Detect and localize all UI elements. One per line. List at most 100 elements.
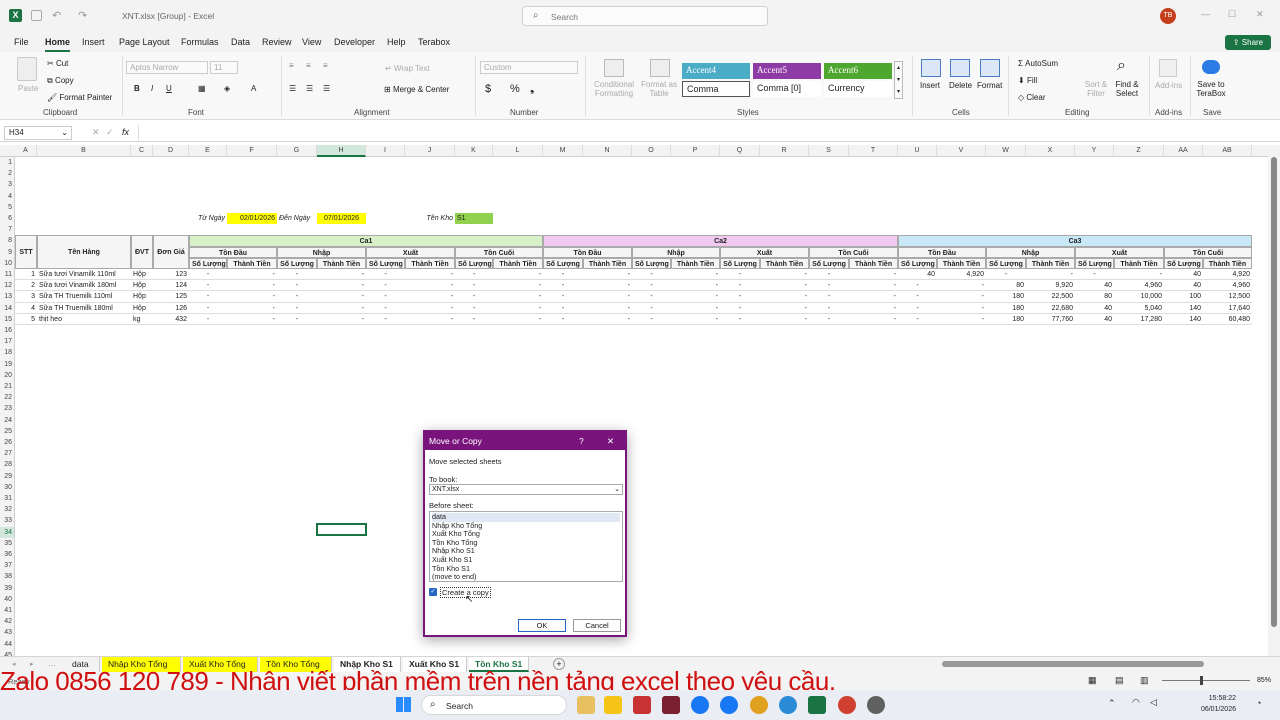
cell[interactable]: - <box>937 291 986 303</box>
align-top-icon[interactable]: ≡ <box>289 61 294 70</box>
row-header[interactable]: 43 <box>0 627 14 638</box>
cell[interactable]: - <box>493 280 543 292</box>
row-header[interactable]: 9 <box>0 247 14 258</box>
cell[interactable]: Số Lượng <box>632 257 671 269</box>
addins-icon[interactable] <box>1159 59 1177 77</box>
row-header[interactable]: 14 <box>0 303 14 314</box>
insert-cells-icon[interactable] <box>921 59 941 77</box>
cell[interactable]: Hộp <box>131 280 153 292</box>
cell[interactable]: - <box>455 280 493 292</box>
cell[interactable]: 60,480 <box>1203 314 1252 325</box>
cell[interactable]: Số Lượng <box>720 257 760 269</box>
wrap-text-button[interactable]: ↵ Wrap Text <box>385 64 430 73</box>
cell[interactable]: Xuất <box>366 246 455 258</box>
cell[interactable]: Ca3 <box>898 235 1252 247</box>
row-header[interactable]: 27 <box>0 448 14 459</box>
cell[interactable]: 125 <box>153 291 189 303</box>
delete-cells-button[interactable]: Delete <box>949 81 972 90</box>
cell[interactable]: - <box>366 291 405 303</box>
align-center-icon[interactable]: ☰ <box>306 84 313 93</box>
cell[interactable]: - <box>277 291 317 303</box>
cell[interactable]: - <box>849 280 898 292</box>
italic-button[interactable]: I <box>151 84 153 93</box>
cell[interactable]: - <box>937 280 986 292</box>
cell[interactable]: - <box>277 314 317 325</box>
cell[interactable]: - <box>632 314 671 325</box>
sort-filter-button[interactable]: Sort & Filter <box>1082 80 1110 98</box>
formula-input[interactable] <box>138 125 1266 141</box>
cell[interactable]: kg <box>131 314 153 325</box>
cell[interactable]: 4,960 <box>1203 280 1252 292</box>
undo-icon[interactable]: ↶ <box>52 9 61 22</box>
row-header[interactable]: 25 <box>0 426 14 437</box>
column-header-o[interactable]: O <box>632 145 671 157</box>
format-painter-button[interactable]: 🖌 Format Painter <box>47 93 112 102</box>
row-header[interactable]: 19 <box>0 359 14 370</box>
row-header[interactable]: 21 <box>0 381 14 392</box>
clock-time[interactable]: 15:58:22 <box>1196 695 1236 702</box>
cell[interactable]: - <box>720 314 760 325</box>
cell[interactable]: - <box>277 303 317 314</box>
sheet-list-item[interactable]: (move to end) <box>432 573 620 582</box>
cell[interactable]: - <box>583 303 632 314</box>
network-icon[interactable]: ◠ <box>1132 697 1140 708</box>
notification-icon[interactable]: ◔ <box>1256 698 1261 708</box>
cell[interactable]: 100 <box>1164 291 1203 303</box>
facebook-icon[interactable] <box>691 696 709 714</box>
row-header[interactable]: 37 <box>0 560 14 571</box>
cell[interactable]: - <box>671 291 720 303</box>
row-header[interactable]: 2 <box>0 168 14 179</box>
enter-icon[interactable]: ✓ <box>106 127 114 138</box>
cell[interactable]: Tồn Đầu <box>189 246 277 258</box>
tab-review[interactable]: Review <box>262 37 292 47</box>
active-cell[interactable] <box>316 523 367 536</box>
dialog-close-button[interactable]: ✕ <box>607 436 614 447</box>
row-header[interactable]: 44 <box>0 639 14 650</box>
cell[interactable]: 1 <box>15 269 37 281</box>
search-box[interactable]: ⌕ Search <box>522 6 768 26</box>
cell[interactable]: Sữa TH Truemilk 180ml <box>37 303 131 314</box>
row-header[interactable]: 26 <box>0 437 14 448</box>
cell[interactable]: - <box>632 280 671 292</box>
cell[interactable]: Ca2 <box>543 235 898 247</box>
row-header[interactable]: 13 <box>0 291 14 302</box>
cell[interactable]: 124 <box>153 280 189 292</box>
cell[interactable]: Thành Tiền <box>405 257 455 269</box>
row-header[interactable]: 7 <box>0 224 14 235</box>
cell[interactable]: S1 <box>455 213 493 225</box>
cell[interactable]: - <box>455 314 493 325</box>
worksheet-grid[interactable] <box>15 157 1268 656</box>
cell[interactable]: - <box>543 303 583 314</box>
cell[interactable]: Nhập <box>277 246 366 258</box>
style-accent5[interactable]: Accent5 <box>753 63 821 79</box>
row-header[interactable]: 23 <box>0 403 14 414</box>
fill-button[interactable]: ⬇ Fill <box>1018 76 1037 85</box>
cell[interactable]: Sữa tươi Vinamilk 110ml <box>37 269 131 281</box>
cell[interactable]: 80 <box>986 280 1026 292</box>
tab-view[interactable]: View <box>302 37 321 47</box>
row-header[interactable]: 15 <box>0 314 14 325</box>
cell[interactable]: - <box>760 303 809 314</box>
addins-button[interactable]: Add-ins <box>1155 81 1182 90</box>
paste-button[interactable]: Paste <box>18 84 38 93</box>
row-header[interactable]: 22 <box>0 392 14 403</box>
row-header[interactable]: 6 <box>0 213 14 224</box>
style-comma0[interactable]: Comma [0] <box>753 81 821 97</box>
row-header[interactable]: 3 <box>0 179 14 190</box>
cell[interactable]: - <box>189 280 227 292</box>
save-terabox-button[interactable]: Save to TeraBox <box>1196 80 1226 98</box>
cell[interactable]: Số Lượng <box>543 257 583 269</box>
cell[interactable]: - <box>760 269 809 281</box>
cell[interactable]: - <box>317 280 366 292</box>
cell[interactable]: - <box>583 269 632 281</box>
format-table-icon[interactable] <box>650 59 670 77</box>
format-cells-icon[interactable] <box>980 59 1000 77</box>
column-header-i[interactable]: I <box>366 145 405 157</box>
cell[interactable]: - <box>405 303 455 314</box>
column-header-z[interactable]: Z <box>1114 145 1164 157</box>
cell[interactable]: thịt heo <box>37 314 131 325</box>
cell[interactable]: - <box>189 314 227 325</box>
cell[interactable]: Số Lượng <box>809 257 849 269</box>
column-header-x[interactable]: X <box>1026 145 1075 157</box>
column-header-v[interactable]: V <box>937 145 986 157</box>
